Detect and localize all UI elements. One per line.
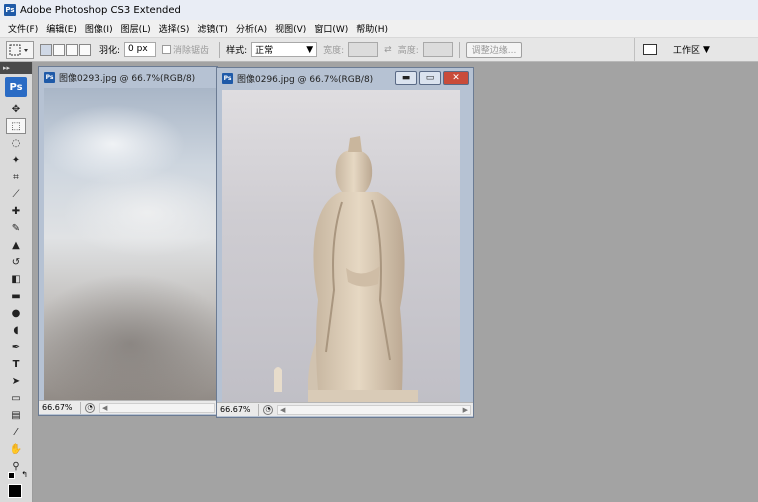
document-canvas[interactable]: [44, 88, 216, 400]
document-title: 图像0296.jpg @ 66.7%(RGB/8): [237, 74, 374, 85]
foreground-color[interactable]: [8, 484, 22, 498]
tool-preset-picker[interactable]: [6, 40, 34, 59]
magic-wand-icon[interactable]: ✦: [6, 152, 26, 168]
pen-icon[interactable]: ✒: [6, 339, 26, 355]
menu-image[interactable]: 图像(I): [81, 22, 117, 35]
menu-window[interactable]: 窗口(W): [310, 22, 352, 35]
feather-input[interactable]: 0 px: [124, 42, 157, 57]
color-swatches[interactable]: ↰: [6, 470, 28, 500]
style-select[interactable]: 正常 ▼: [251, 42, 318, 57]
refine-edge-button[interactable]: 调整边缘...: [465, 41, 523, 58]
menu-layer[interactable]: 图层(L): [117, 22, 155, 35]
toolbox-header[interactable]: ▸▸: [0, 62, 32, 74]
minimize-icon[interactable]: ▬: [395, 71, 417, 85]
divider: [219, 41, 221, 58]
healing-brush-icon[interactable]: ✚: [6, 203, 26, 219]
eraser-icon[interactable]: ◧: [6, 271, 26, 287]
ps-icon: Ps: [222, 72, 233, 84]
workspace-area: 工作区 ▼: [634, 38, 758, 61]
crop-icon[interactable]: ⌗: [6, 169, 26, 185]
swap-icon[interactable]: ⇄: [384, 45, 392, 55]
statue-image: [274, 136, 418, 402]
menu-file[interactable]: 文件(F): [4, 22, 42, 35]
brush-icon[interactable]: ✎: [6, 220, 26, 236]
ps-logo: Ps: [5, 77, 27, 97]
path-select-icon[interactable]: ➤: [6, 373, 26, 389]
restore-icon[interactable]: ▭: [419, 71, 441, 85]
status-info-icon[interactable]: ◔: [263, 404, 273, 415]
add-selection-button[interactable]: [53, 43, 65, 56]
menu-filter[interactable]: 滤镜(T): [193, 22, 232, 35]
antialias-label: 消除锯齿: [173, 46, 210, 56]
shape-icon[interactable]: ▭: [6, 390, 26, 406]
scroll-right-icon[interactable]: ▶: [463, 406, 468, 414]
document-titlebar[interactable]: Ps 图像0293.jpg @ 66.7%(RGB/8): [39, 67, 217, 87]
style-select-value: 正常: [255, 46, 274, 56]
menu-bar: 文件(F) 编辑(E) 图像(I) 图层(L) 选择(S) 滤镜(T) 分析(A…: [0, 20, 758, 38]
style-label: 样式:: [226, 46, 248, 56]
intersect-selection-button[interactable]: [79, 43, 91, 56]
swap-colors-icon[interactable]: ↰: [21, 470, 28, 479]
menu-edit[interactable]: 编辑(E): [42, 22, 81, 35]
chevron-down-icon: ▼: [306, 44, 314, 55]
options-bar: 羽化: 0 px 消除锯齿 样式: 正常 ▼ 宽度: ⇄ 高度: 调整边缘...…: [0, 38, 758, 62]
document-canvas[interactable]: [222, 90, 460, 402]
zoom-level[interactable]: 66.67%: [217, 403, 259, 416]
history-brush-icon[interactable]: ↺: [6, 254, 26, 270]
type-icon[interactable]: T: [6, 356, 26, 372]
close-icon[interactable]: ✕: [443, 71, 469, 85]
scroll-left-icon[interactable]: ◀: [102, 404, 107, 412]
blur-icon[interactable]: ●: [6, 305, 26, 321]
move-tool-icon[interactable]: ✥: [6, 101, 26, 117]
document-window-1[interactable]: Ps 图像0293.jpg @ 66.7%(RGB/8) 66.67% ◔ ◀: [38, 66, 218, 416]
gradient-icon[interactable]: ▬: [6, 288, 26, 304]
notes-icon[interactable]: ▤: [6, 407, 26, 423]
chevron-down-icon: ▼: [703, 44, 710, 55]
app-title: Adobe Photoshop CS3 Extended: [20, 4, 181, 16]
status-info-icon[interactable]: ◔: [85, 402, 95, 413]
selection-modes: [40, 43, 91, 56]
zoom-level[interactable]: 66.67%: [39, 401, 81, 414]
default-colors-icon[interactable]: [8, 472, 15, 479]
slice-icon[interactable]: ⟋: [6, 186, 26, 202]
workspace-label: 工作区: [673, 46, 701, 56]
horizontal-scrollbar[interactable]: ◀ ▶: [277, 404, 471, 415]
menu-help[interactable]: 帮助(H): [352, 22, 392, 35]
height-label: 高度:: [397, 46, 419, 56]
height-input[interactable]: [422, 42, 453, 57]
width-label: 宽度:: [323, 46, 345, 56]
menu-analysis[interactable]: 分析(A): [232, 22, 271, 35]
app-titlebar: Ps Adobe Photoshop CS3 Extended: [0, 0, 758, 20]
document-statusbar: 66.67% ◔ ◀: [39, 400, 217, 414]
toolbox: ▸▸ Ps ✥ ⬚ ◌ ✦ ⌗ ⟋ ✚ ✎ ▲ ↺ ◧ ▬ ● ◖ ✒ T ➤ …: [0, 62, 33, 502]
new-selection-button[interactable]: [40, 43, 52, 56]
workspace-button[interactable]: 工作区 ▼: [673, 43, 710, 57]
dodge-icon[interactable]: ◖: [6, 322, 26, 338]
ps-icon: Ps: [44, 71, 55, 83]
hand-icon[interactable]: ✋: [6, 441, 26, 457]
width-input[interactable]: [348, 42, 379, 57]
lasso-icon[interactable]: ◌: [6, 135, 26, 151]
horizontal-scrollbar[interactable]: ◀: [99, 402, 215, 413]
eyedropper-icon[interactable]: ⁄: [6, 424, 26, 440]
antialias-checkbox[interactable]: [162, 45, 172, 54]
document-statusbar: 66.67% ◔ ◀ ▶: [217, 402, 473, 416]
divider: [458, 41, 460, 58]
feather-label: 羽化:: [99, 46, 121, 56]
subtract-selection-button[interactable]: [66, 43, 78, 56]
ps-icon: Ps: [4, 4, 16, 16]
rect-marquee-icon[interactable]: ⬚: [6, 118, 26, 134]
scroll-left-icon[interactable]: ◀: [280, 406, 285, 414]
clone-stamp-icon[interactable]: ▲: [6, 237, 26, 253]
menu-select[interactable]: 选择(S): [155, 22, 194, 35]
rect-marquee-icon: [9, 44, 28, 55]
menu-view[interactable]: 视图(V): [271, 22, 310, 35]
workspace-icon[interactable]: [643, 44, 657, 55]
document-window-2[interactable]: Ps 图像0296.jpg @ 66.7%(RGB/8) ▬ ▭ ✕ 66.67…: [216, 67, 474, 418]
document-title: 图像0293.jpg @ 66.7%(RGB/8): [59, 73, 196, 84]
